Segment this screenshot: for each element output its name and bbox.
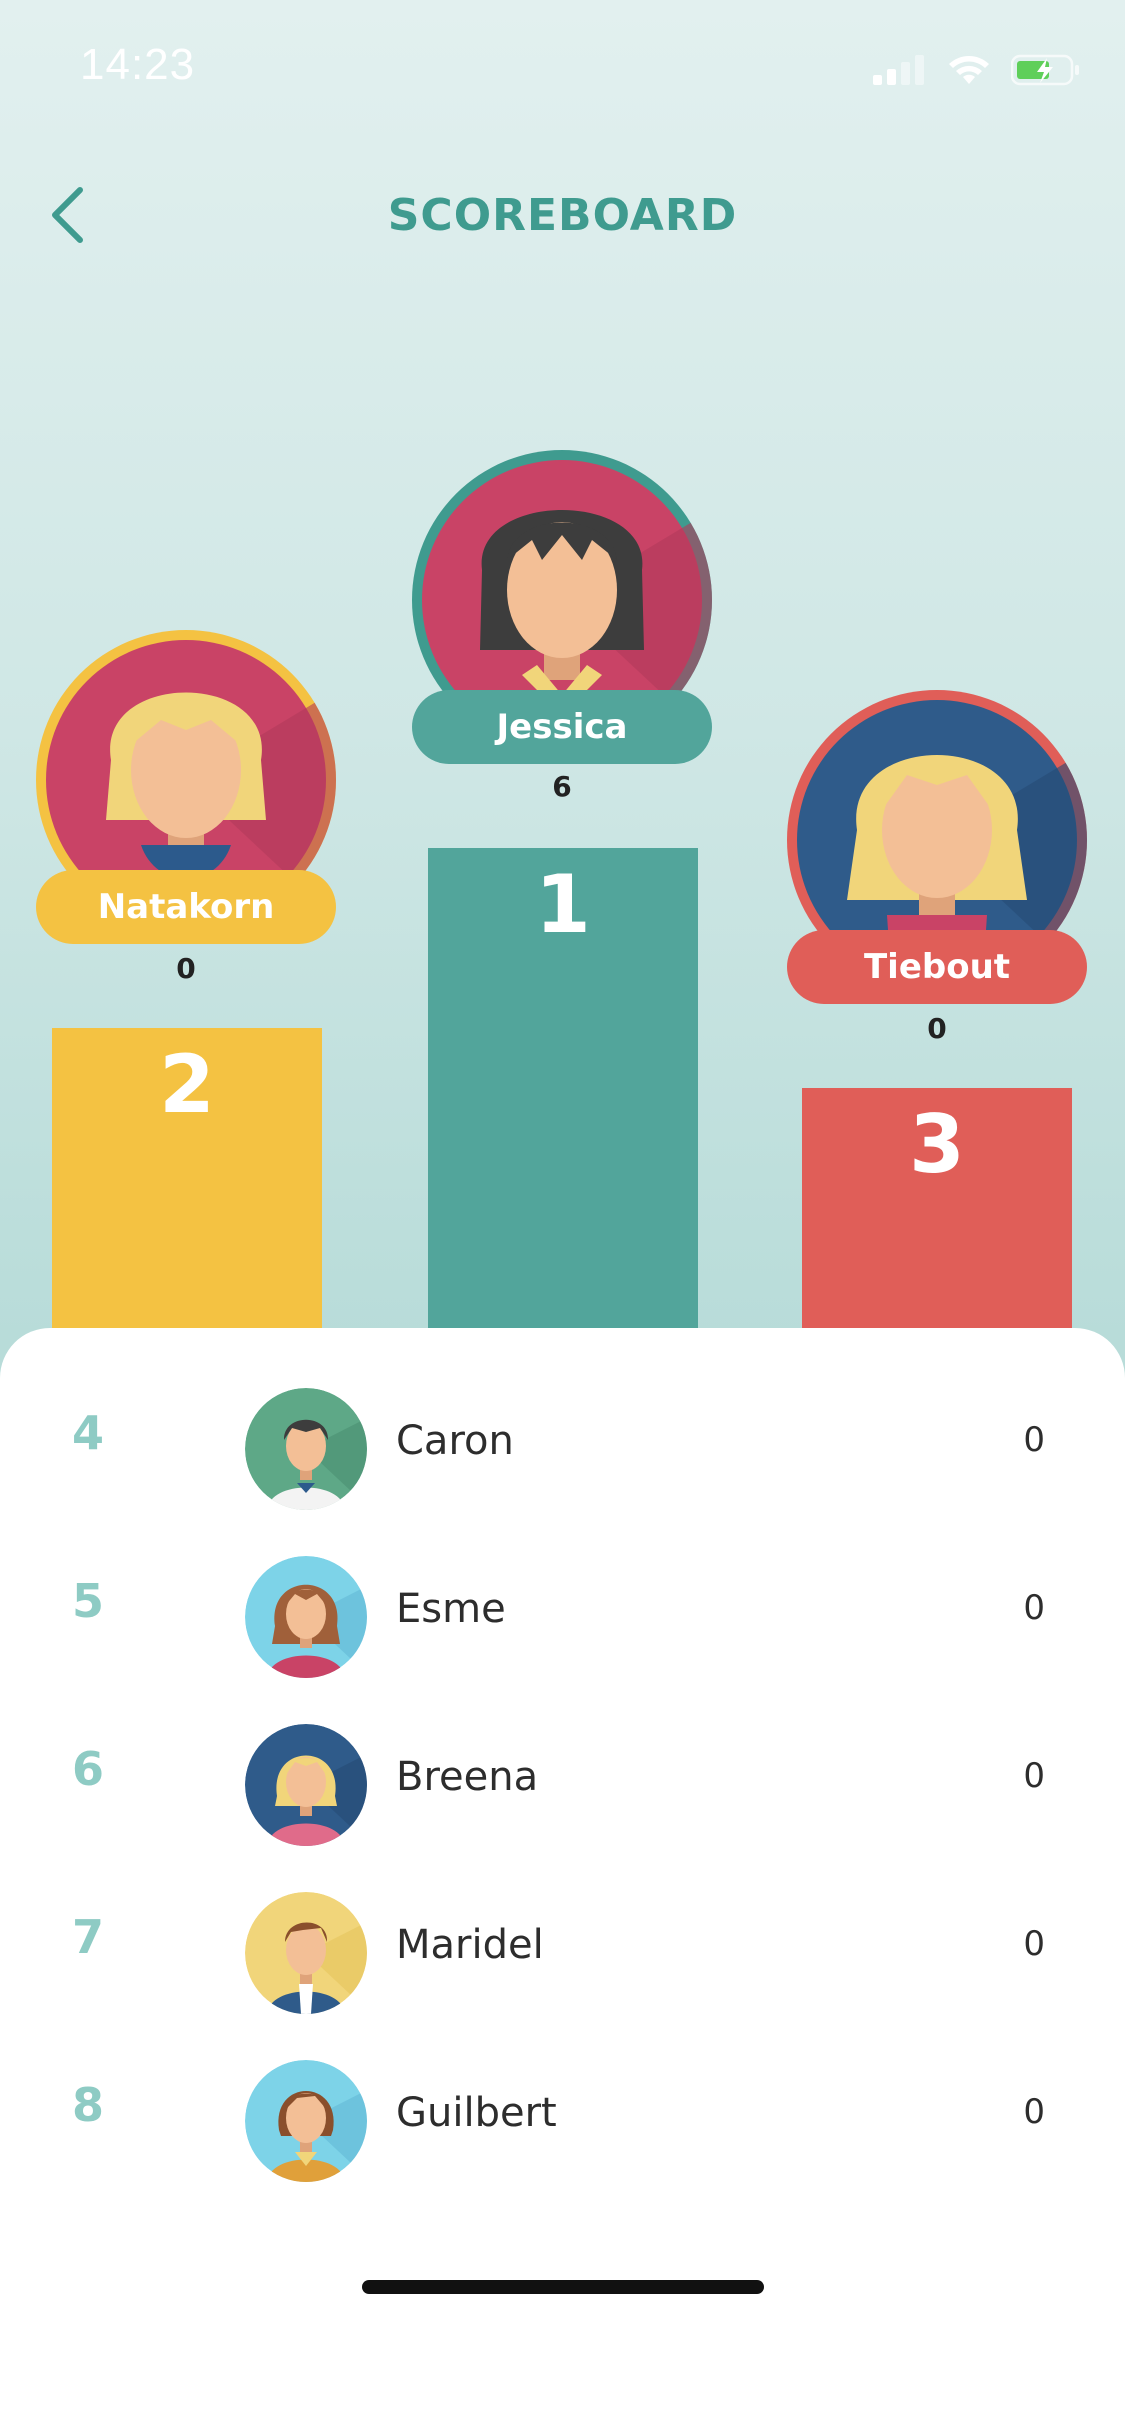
list-score: 0	[1023, 1924, 1045, 1964]
status-icons	[873, 50, 1081, 90]
battery-charging-icon	[1011, 54, 1079, 86]
list-item[interactable]: 6 Breena 0	[0, 1704, 1125, 1846]
list-score: 0	[1023, 1588, 1045, 1628]
avatar-man-suit-icon	[245, 1892, 367, 2014]
list-item[interactable]: 8 Guilbert 0	[0, 2040, 1125, 2182]
list-name: Esme	[396, 1586, 506, 1632]
podium-second-rank: 2	[159, 1038, 215, 1131]
podium-first-name: Jessica	[412, 690, 712, 764]
podium-third-name: Tiebout	[787, 930, 1087, 1004]
list-item[interactable]: 4 Caron 0	[0, 1368, 1125, 1510]
podium-third-pedestal: 3	[802, 1088, 1072, 1328]
list-name: Maridel	[396, 1922, 544, 1968]
avatar-woman-blonde-icon	[245, 1724, 367, 1846]
podium-first-score: 6	[552, 770, 572, 803]
avatar-woman-bob-icon	[245, 2060, 367, 2182]
podium-third-score: 0	[927, 1012, 947, 1045]
list-rank: 4	[72, 1406, 105, 1460]
list-name: Guilbert	[396, 2090, 557, 2136]
list-rank: 5	[72, 1574, 105, 1628]
list-item[interactable]: 5 Esme 0	[0, 1536, 1125, 1678]
list-rank: 7	[72, 1910, 105, 1964]
list-score: 0	[1023, 1420, 1045, 1460]
avatar-man-dark-hair-icon	[245, 1388, 367, 1510]
leaderboard-list: 4 Caron 0 5 Esme 0 6 Breena 0 7 Maridel …	[0, 1328, 1125, 2436]
list-rank: 6	[72, 1742, 105, 1796]
list-item[interactable]: 7 Maridel 0	[0, 1872, 1125, 2014]
list-score: 0	[1023, 2092, 1045, 2132]
list-name: Caron	[396, 1418, 514, 1464]
avatar-woman-brown-hair-icon	[245, 1556, 367, 1678]
podium-second-pedestal: 2	[52, 1028, 322, 1328]
home-indicator[interactable]	[362, 2280, 764, 2294]
list-score: 0	[1023, 1756, 1045, 1796]
podium-second-name: Natakorn	[36, 870, 336, 944]
podium-third-rank: 3	[909, 1098, 965, 1191]
list-name: Breena	[396, 1754, 539, 1800]
wifi-icon	[949, 56, 989, 84]
podium-first-pedestal: 1	[428, 848, 698, 1328]
podium-second-score: 0	[176, 952, 196, 985]
page-title: SCOREBOARD	[387, 190, 738, 241]
list-rank: 8	[72, 2078, 105, 2132]
signal-icon	[873, 55, 924, 85]
podium-first-rank: 1	[535, 858, 591, 951]
status-time: 14:23	[80, 40, 196, 89]
